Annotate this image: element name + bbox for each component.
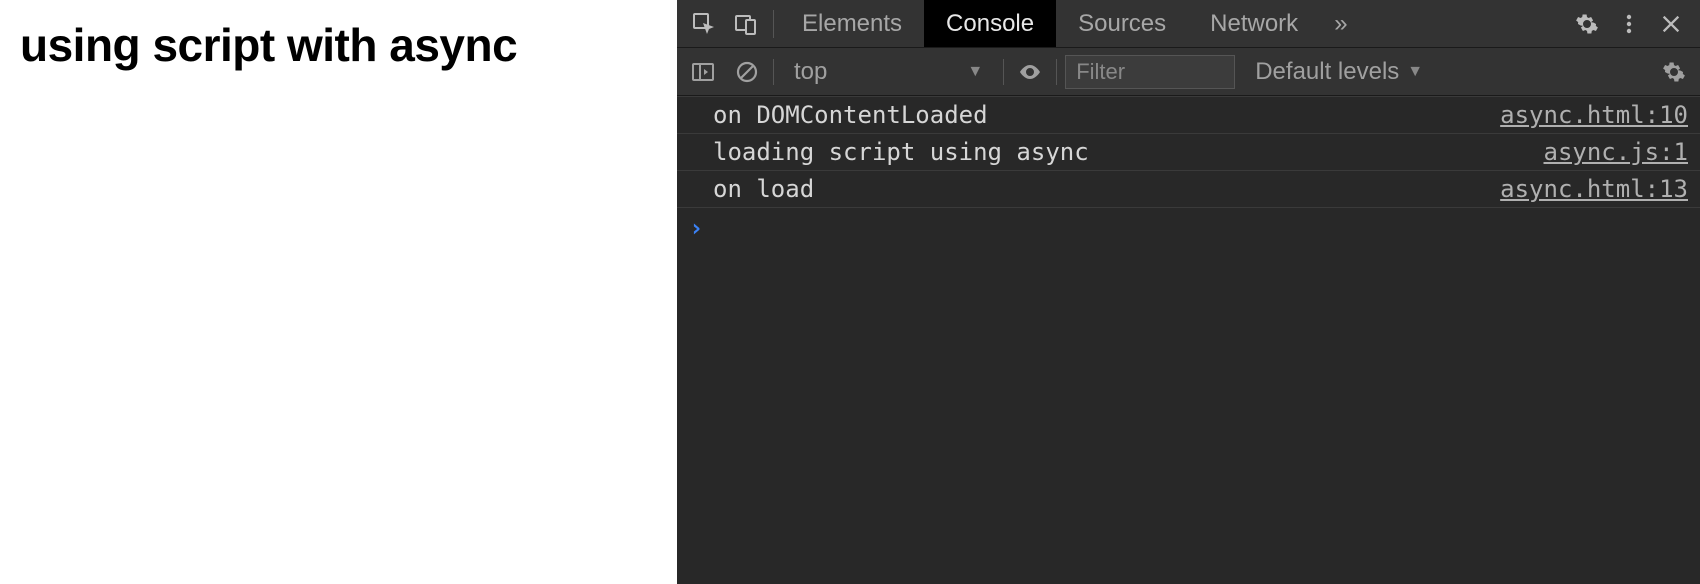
console-settings-gear-icon[interactable]: [1656, 54, 1692, 90]
log-message: on load: [713, 175, 814, 203]
device-toolbar-icon[interactable]: [725, 0, 767, 48]
inspect-element-icon[interactable]: [683, 0, 725, 48]
console-output: on DOMContentLoaded async.html:10 loadin…: [677, 96, 1700, 584]
toolbar-divider: [773, 59, 774, 85]
log-levels-selector[interactable]: Default levels ▼: [1243, 58, 1435, 86]
chevron-down-icon: ▼: [967, 63, 983, 81]
toolbar-divider: [1003, 59, 1004, 85]
log-source-link[interactable]: async.js:1: [1544, 138, 1689, 166]
tabbar-divider: [773, 10, 774, 38]
tab-network[interactable]: Network: [1188, 0, 1320, 47]
console-toolbar: top ▼ Default levels ▼: [677, 48, 1700, 96]
console-prompt[interactable]: ›: [677, 208, 1700, 248]
close-devtools-icon[interactable]: [1650, 0, 1692, 48]
live-expression-eye-icon[interactable]: [1012, 54, 1048, 90]
console-log-row: loading script using async async.js:1: [677, 134, 1700, 171]
devtools-panel: Elements Console Sources Network »: [677, 0, 1700, 584]
chevron-down-icon: ▼: [1407, 63, 1423, 81]
rendered-page: using script with async: [0, 0, 677, 584]
tab-elements[interactable]: Elements: [780, 0, 924, 47]
devtools-tabbar: Elements Console Sources Network »: [677, 0, 1700, 48]
toolbar-divider: [1056, 59, 1057, 85]
log-levels-label: Default levels: [1255, 58, 1399, 86]
page-title: using script with async: [20, 18, 657, 72]
log-message: loading script using async: [713, 138, 1089, 166]
devtools-tabs: Elements Console Sources Network »: [780, 0, 1362, 47]
prompt-caret-icon: ›: [689, 214, 703, 242]
console-log-row: on DOMContentLoaded async.html:10: [677, 96, 1700, 134]
log-source-link[interactable]: async.html:10: [1500, 101, 1688, 129]
tabs-overflow-button[interactable]: »: [1320, 0, 1361, 47]
console-log-row: on load async.html:13: [677, 171, 1700, 208]
context-selector[interactable]: top ▼: [782, 58, 995, 86]
context-selector-label: top: [794, 58, 827, 86]
log-message: on DOMContentLoaded: [713, 101, 988, 129]
toggle-sidebar-icon[interactable]: [685, 54, 721, 90]
settings-gear-icon[interactable]: [1566, 0, 1608, 48]
tab-console[interactable]: Console: [924, 0, 1056, 47]
more-options-icon[interactable]: [1608, 0, 1650, 48]
filter-input[interactable]: [1065, 55, 1235, 89]
clear-console-icon[interactable]: [729, 54, 765, 90]
log-source-link[interactable]: async.html:13: [1500, 175, 1688, 203]
tab-sources[interactable]: Sources: [1056, 0, 1188, 47]
